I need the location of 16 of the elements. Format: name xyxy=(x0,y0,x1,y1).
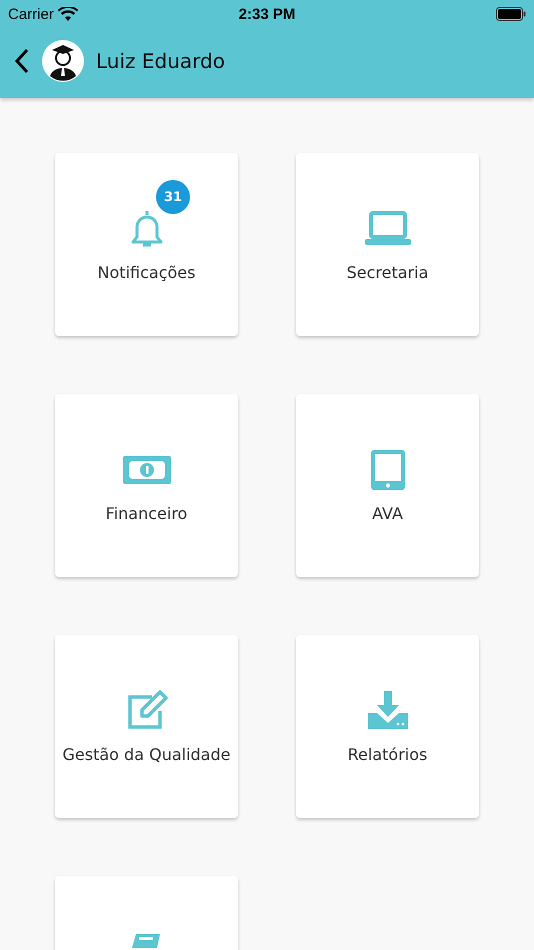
menu-tile[interactable]: Notificações 31 xyxy=(55,153,238,336)
menu-tile[interactable]: Relatórios xyxy=(296,635,479,818)
tile-label: Gestão da Qualidade xyxy=(62,745,230,764)
tile-label: Relatórios xyxy=(348,745,428,764)
carrier-label: Carrier xyxy=(8,6,54,22)
tile-label: Secretaria xyxy=(346,263,428,282)
menu-tile[interactable]: Gestão da Qualidade xyxy=(55,635,238,818)
user-name: Luiz Eduardo xyxy=(96,49,225,73)
menu-tile[interactable]: AVA xyxy=(296,394,479,577)
status-time: 2:33 PM xyxy=(238,6,296,22)
tile-label: AVA xyxy=(372,504,403,523)
tile-label: Financeiro xyxy=(106,504,188,523)
count-badge: 31 xyxy=(156,180,190,214)
tile-label: Notificações xyxy=(98,263,196,282)
menu-tile[interactable]: Secretaria xyxy=(296,153,479,336)
menu-tile[interactable]: Financeiro xyxy=(55,394,238,577)
